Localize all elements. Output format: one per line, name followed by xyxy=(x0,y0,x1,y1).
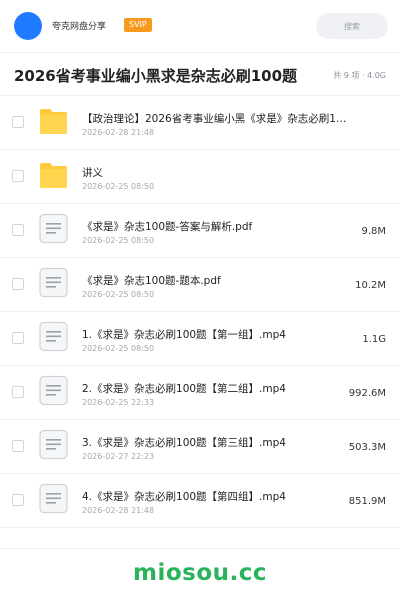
file-date: 2026-02-25 08:50 xyxy=(82,344,155,353)
file-size: 10.2M xyxy=(355,280,386,291)
header-bar: 夸克网盘分享 SVIP 搜索 xyxy=(0,0,400,52)
file-row[interactable]: 3.《求是》杂志必刷100题【第三组】.mp4 2026-02-27 22:23… xyxy=(0,420,400,474)
row-checkbox[interactable] xyxy=(12,440,24,452)
file-name: 【政治理论】2026省考事业编小黑《求是》杂志必刷100题 xyxy=(82,113,352,125)
file-row[interactable]: 2.《求是》杂志必刷100题【第二组】.mp4 2026-02-25 22:33… xyxy=(0,366,400,420)
document-icon xyxy=(39,321,68,352)
file-row[interactable]: 4.《求是》杂志必刷100题【第四组】.mp4 2026-02-28 21:48… xyxy=(0,474,400,528)
search-button[interactable]: 搜索 xyxy=(316,13,388,39)
page-title: 2026省考事业编小黑求是杂志必刷100题 xyxy=(14,67,298,85)
file-date: 2026-02-27 22:23 xyxy=(82,452,155,461)
footer-divider xyxy=(0,548,400,549)
svip-badge: SVIP xyxy=(124,18,152,32)
file-date: 2026-02-25 08:50 xyxy=(82,290,155,299)
avatar[interactable] xyxy=(14,12,42,40)
row-checkbox[interactable] xyxy=(12,386,24,398)
document-icon xyxy=(39,483,68,514)
row-checkbox[interactable] xyxy=(12,116,24,128)
file-name: 《求是》杂志100题-答案与解析.pdf xyxy=(82,221,253,233)
file-date: 2026-02-28 21:48 xyxy=(82,128,155,137)
file-row[interactable]: 《求是》杂志100题-题本.pdf 2026-02-25 08:50 10.2M xyxy=(0,258,400,312)
search-label: 搜索 xyxy=(344,21,360,31)
row-checkbox[interactable] xyxy=(12,224,24,236)
file-list: 【政治理论】2026省考事业编小黑《求是》杂志必刷100题 2026-02-28… xyxy=(0,96,400,528)
file-row[interactable]: 《求是》杂志100题-答案与解析.pdf 2026-02-25 08:50 9.… xyxy=(0,204,400,258)
row-checkbox[interactable] xyxy=(12,494,24,506)
header-divider xyxy=(0,52,400,53)
row-checkbox[interactable] xyxy=(12,278,24,290)
file-size: 1.1G xyxy=(362,334,386,345)
file-name: 2.《求是》杂志必刷100题【第二组】.mp4 xyxy=(82,383,286,395)
folder-icon xyxy=(40,109,67,134)
item-count: 共 9 项 · 4.0G xyxy=(333,71,386,80)
file-name: 1.《求是》杂志必刷100题【第一组】.mp4 xyxy=(82,329,286,341)
row-checkbox[interactable] xyxy=(12,332,24,344)
document-icon xyxy=(39,267,68,298)
file-date: 2026-02-25 08:50 xyxy=(82,182,155,191)
folder-icon xyxy=(40,163,67,188)
file-row[interactable]: 1.《求是》杂志必刷100题【第一组】.mp4 2026-02-25 08:50… xyxy=(0,312,400,366)
file-name: 《求是》杂志100题-题本.pdf xyxy=(82,275,221,287)
row-checkbox[interactable] xyxy=(12,170,24,182)
document-icon xyxy=(39,375,68,406)
file-size: 992.6M xyxy=(348,388,386,399)
site-watermark: miosou.cc xyxy=(132,560,268,586)
file-size: 9.8M xyxy=(361,226,386,237)
file-name: 3.《求是》杂志必刷100题【第三组】.mp4 xyxy=(82,437,286,449)
document-icon xyxy=(39,213,68,244)
file-date: 2026-02-28 21:48 xyxy=(82,506,155,515)
file-date: 2026-02-25 22:33 xyxy=(82,398,155,407)
file-name: 4.《求是》杂志必刷100题【第四组】.mp4 xyxy=(82,491,286,503)
file-name: 讲义 xyxy=(82,167,103,179)
document-icon xyxy=(39,429,68,460)
file-row[interactable]: 【政治理论】2026省考事业编小黑《求是》杂志必刷100题 2026-02-28… xyxy=(0,96,400,150)
user-name: 夸克网盘分享 xyxy=(52,22,107,32)
file-size: 851.9M xyxy=(348,496,386,507)
file-row[interactable]: 讲义 2026-02-25 08:50 xyxy=(0,150,400,204)
file-size: 503.3M xyxy=(348,442,386,453)
file-date: 2026-02-25 08:50 xyxy=(82,236,155,245)
